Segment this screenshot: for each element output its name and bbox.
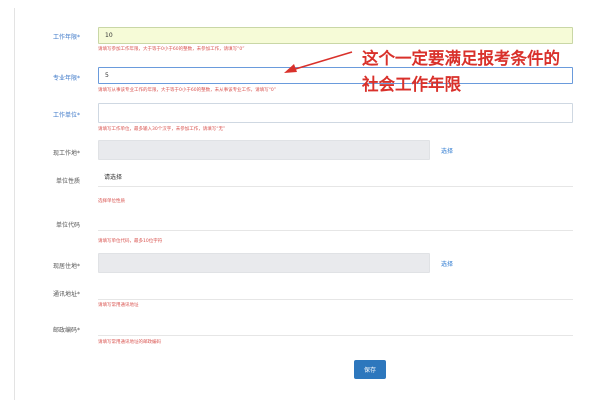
annotation-line-1: 这个一定要满足报考条件的 [362,49,560,68]
annotation-text: 这个一定要满足报考条件的 社会工作年限 [362,46,560,98]
annotation-line-2: 社会工作年限 [362,75,461,94]
